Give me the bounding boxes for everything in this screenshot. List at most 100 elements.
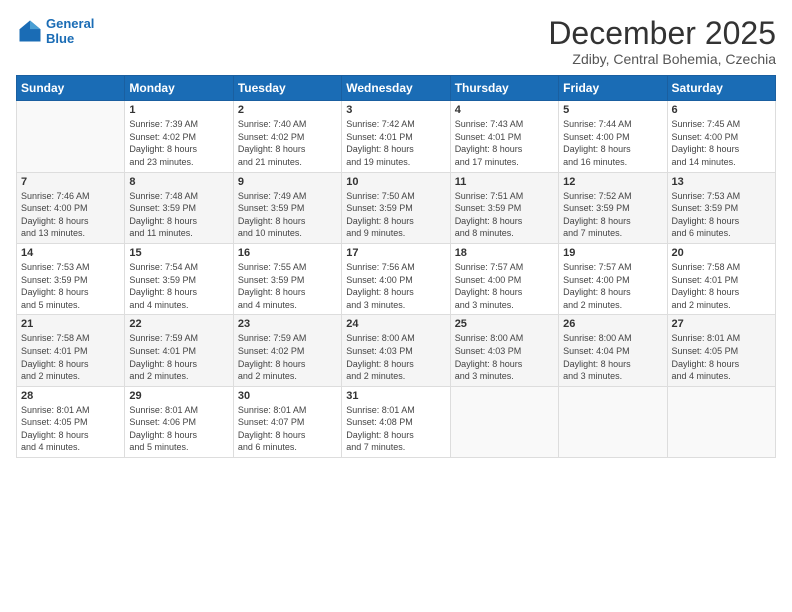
calendar-cell: [17, 101, 125, 172]
week-row-4: 21Sunrise: 7:58 AM Sunset: 4:01 PM Dayli…: [17, 315, 776, 386]
week-row-2: 7 Sunrise: 7:46 AM Sunset: 4:00 PM Daylig…: [17, 172, 776, 243]
col-thursday: Thursday: [450, 76, 558, 101]
day-info: Sunrise: 7:57 AM Sunset: 4:00 PM Dayligh…: [563, 261, 662, 311]
day-number: 14: [21, 247, 120, 259]
logo-icon: [16, 17, 44, 45]
calendar-cell: 7 Sunrise: 7:46 AM Sunset: 4:00 PM Daylig…: [17, 172, 125, 243]
calendar-cell: 26 Sunrise: 8:00 AM Sunset: 4:04 PM Dayli…: [559, 315, 667, 386]
day-number: 11: [455, 176, 554, 188]
day-info: Sunrise: 7:51 AM Sunset: 3:59 PM Dayligh…: [455, 190, 554, 240]
calendar-cell: 28Sunrise: 8:01 AM Sunset: 4:05 PM Dayli…: [17, 386, 125, 457]
day-info: Sunrise: 7:58 AM Sunset: 4:01 PM Dayligh…: [21, 332, 120, 382]
calendar-cell: 18 Sunrise: 7:57 AM Sunset: 4:00 PM Dayli…: [450, 243, 558, 314]
week-row-1: 1Sunrise: 7:39 AM Sunset: 4:02 PM Daylig…: [17, 101, 776, 172]
calendar-cell: 12 Sunrise: 7:52 AM Sunset: 3:59 PM Dayli…: [559, 172, 667, 243]
calendar-cell: 9Sunrise: 7:49 AM Sunset: 3:59 PM Daylig…: [233, 172, 341, 243]
day-number: 23: [238, 318, 337, 330]
day-number: 27: [672, 318, 771, 330]
day-info: Sunrise: 8:01 AM Sunset: 4:05 PM Dayligh…: [672, 332, 771, 382]
calendar-cell: 8 Sunrise: 7:48 AM Sunset: 3:59 PM Daylig…: [125, 172, 233, 243]
day-info: Sunrise: 7:53 AM Sunset: 3:59 PM Dayligh…: [672, 190, 771, 240]
calendar-cell: 13 Sunrise: 7:53 AM Sunset: 3:59 PM Dayli…: [667, 172, 775, 243]
day-info: Sunrise: 7:46 AM Sunset: 4:00 PM Dayligh…: [21, 190, 120, 240]
day-info: Sunrise: 8:01 AM Sunset: 4:06 PM Dayligh…: [129, 404, 228, 454]
calendar-cell: [667, 386, 775, 457]
day-info: Sunrise: 7:52 AM Sunset: 3:59 PM Dayligh…: [563, 190, 662, 240]
page-container: General Blue December 2025 Zdiby, Centra…: [0, 0, 792, 466]
calendar-cell: 4Sunrise: 7:43 AM Sunset: 4:01 PM Daylig…: [450, 101, 558, 172]
calendar-cell: 15 Sunrise: 7:54 AM Sunset: 3:59 PM Dayli…: [125, 243, 233, 314]
day-number: 22: [129, 318, 228, 330]
day-number: 19: [563, 247, 662, 259]
calendar-cell: 19 Sunrise: 7:57 AM Sunset: 4:00 PM Dayli…: [559, 243, 667, 314]
title-block: December 2025 Zdiby, Central Bohemia, Cz…: [548, 16, 776, 67]
day-info: Sunrise: 7:55 AM Sunset: 3:59 PM Dayligh…: [238, 261, 337, 311]
calendar-header-row: Sunday Monday Tuesday Wednesday Thursday…: [17, 76, 776, 101]
calendar-cell: 11 Sunrise: 7:51 AM Sunset: 3:59 PM Dayli…: [450, 172, 558, 243]
day-number: 10: [346, 176, 445, 188]
calendar-cell: 22 Sunrise: 7:59 AM Sunset: 4:01 PM Dayli…: [125, 315, 233, 386]
day-number: 25: [455, 318, 554, 330]
calendar-table: Sunday Monday Tuesday Wednesday Thursday…: [16, 75, 776, 458]
day-number: 15: [129, 247, 228, 259]
col-sunday: Sunday: [17, 76, 125, 101]
calendar-cell: 16Sunrise: 7:55 AM Sunset: 3:59 PM Dayli…: [233, 243, 341, 314]
day-number: 17: [346, 247, 445, 259]
day-number: 13: [672, 176, 771, 188]
day-number: 26: [563, 318, 662, 330]
day-info: Sunrise: 7:44 AM Sunset: 4:00 PM Dayligh…: [563, 118, 662, 168]
day-info: Sunrise: 7:54 AM Sunset: 3:59 PM Dayligh…: [129, 261, 228, 311]
calendar-cell: 23Sunrise: 7:59 AM Sunset: 4:02 PM Dayli…: [233, 315, 341, 386]
day-info: Sunrise: 7:59 AM Sunset: 4:01 PM Dayligh…: [129, 332, 228, 382]
day-info: Sunrise: 7:39 AM Sunset: 4:02 PM Dayligh…: [129, 118, 228, 168]
day-info: Sunrise: 8:01 AM Sunset: 4:07 PM Dayligh…: [238, 404, 337, 454]
day-info: Sunrise: 8:01 AM Sunset: 4:05 PM Dayligh…: [21, 404, 120, 454]
col-tuesday: Tuesday: [233, 76, 341, 101]
calendar-cell: [559, 386, 667, 457]
week-row-3: 14 Sunrise: 7:53 AM Sunset: 3:59 PM Dayli…: [17, 243, 776, 314]
col-wednesday: Wednesday: [342, 76, 450, 101]
calendar-cell: 29Sunrise: 8:01 AM Sunset: 4:06 PM Dayli…: [125, 386, 233, 457]
col-saturday: Saturday: [667, 76, 775, 101]
day-number: 30: [238, 390, 337, 402]
week-row-5: 28Sunrise: 8:01 AM Sunset: 4:05 PM Dayli…: [17, 386, 776, 457]
day-info: Sunrise: 7:50 AM Sunset: 3:59 PM Dayligh…: [346, 190, 445, 240]
calendar-cell: 30 Sunrise: 8:01 AM Sunset: 4:07 PM Dayli…: [233, 386, 341, 457]
day-info: Sunrise: 8:00 AM Sunset: 4:04 PM Dayligh…: [563, 332, 662, 382]
calendar-cell: 2 Sunrise: 7:40 AM Sunset: 4:02 PM Daylig…: [233, 101, 341, 172]
day-info: Sunrise: 8:01 AM Sunset: 4:08 PM Dayligh…: [346, 404, 445, 454]
calendar-cell: 27 Sunrise: 8:01 AM Sunset: 4:05 PM Dayli…: [667, 315, 775, 386]
location: Zdiby, Central Bohemia, Czechia: [548, 51, 776, 67]
logo: General Blue: [16, 16, 94, 46]
calendar-cell: 5Sunrise: 7:44 AM Sunset: 4:00 PM Daylig…: [559, 101, 667, 172]
calendar-cell: 10 Sunrise: 7:50 AM Sunset: 3:59 PM Dayli…: [342, 172, 450, 243]
day-number: 2: [238, 104, 337, 116]
day-number: 7: [21, 176, 120, 188]
calendar-cell: [450, 386, 558, 457]
day-info: Sunrise: 7:58 AM Sunset: 4:01 PM Dayligh…: [672, 261, 771, 311]
day-info: Sunrise: 7:48 AM Sunset: 3:59 PM Dayligh…: [129, 190, 228, 240]
day-number: 18: [455, 247, 554, 259]
day-info: Sunrise: 7:40 AM Sunset: 4:02 PM Dayligh…: [238, 118, 337, 168]
calendar-cell: 25 Sunrise: 8:00 AM Sunset: 4:03 PM Dayli…: [450, 315, 558, 386]
day-info: Sunrise: 7:43 AM Sunset: 4:01 PM Dayligh…: [455, 118, 554, 168]
day-info: Sunrise: 7:57 AM Sunset: 4:00 PM Dayligh…: [455, 261, 554, 311]
day-info: Sunrise: 7:53 AM Sunset: 3:59 PM Dayligh…: [21, 261, 120, 311]
logo-text: General Blue: [46, 16, 94, 46]
calendar-cell: 20Sunrise: 7:58 AM Sunset: 4:01 PM Dayli…: [667, 243, 775, 314]
day-info: Sunrise: 8:00 AM Sunset: 4:03 PM Dayligh…: [455, 332, 554, 382]
calendar-cell: 1Sunrise: 7:39 AM Sunset: 4:02 PM Daylig…: [125, 101, 233, 172]
calendar-cell: 24Sunrise: 8:00 AM Sunset: 4:03 PM Dayli…: [342, 315, 450, 386]
day-info: Sunrise: 7:42 AM Sunset: 4:01 PM Dayligh…: [346, 118, 445, 168]
day-number: 3: [346, 104, 445, 116]
day-number: 12: [563, 176, 662, 188]
day-number: 8: [129, 176, 228, 188]
day-info: Sunrise: 7:49 AM Sunset: 3:59 PM Dayligh…: [238, 190, 337, 240]
col-monday: Monday: [125, 76, 233, 101]
calendar-cell: 21Sunrise: 7:58 AM Sunset: 4:01 PM Dayli…: [17, 315, 125, 386]
calendar-cell: 3 Sunrise: 7:42 AM Sunset: 4:01 PM Daylig…: [342, 101, 450, 172]
calendar-cell: 6Sunrise: 7:45 AM Sunset: 4:00 PM Daylig…: [667, 101, 775, 172]
month-title: December 2025: [548, 16, 776, 51]
day-info: Sunrise: 7:45 AM Sunset: 4:00 PM Dayligh…: [672, 118, 771, 168]
day-info: Sunrise: 7:56 AM Sunset: 4:00 PM Dayligh…: [346, 261, 445, 311]
